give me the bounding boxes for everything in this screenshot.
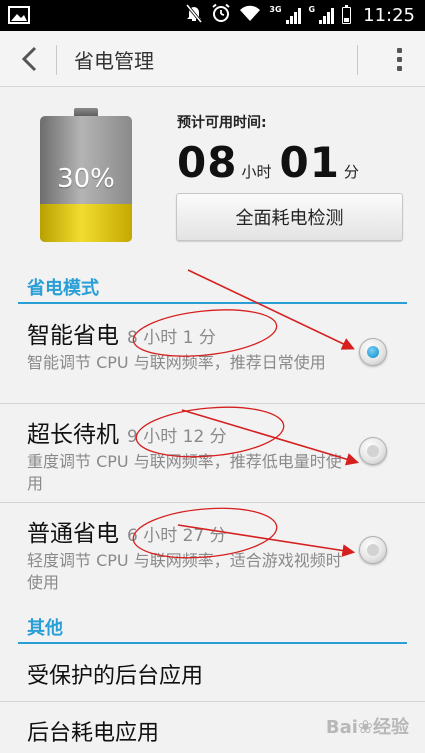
mode-time: 9 小时 12 分 bbox=[127, 427, 227, 447]
mode-row-long-standby[interactable]: 超长待机 9 小时 12 分 重度调节 CPU 与联网频率，推荐低电量时使用 bbox=[0, 405, 425, 503]
mode-row-normal[interactable]: 普通省电 6 小时 27 分 轻度调节 CPU 与联网频率，适合游戏视频时使用 bbox=[0, 504, 425, 602]
page-title: 省电管理 bbox=[74, 49, 154, 73]
network-type-g: G bbox=[308, 5, 316, 14]
other-section-header: 其他 bbox=[0, 608, 425, 644]
section-divider bbox=[18, 302, 407, 304]
list-item-label: 受保护的后台应用 bbox=[27, 664, 204, 689]
menu-dot-icon bbox=[396, 47, 402, 53]
signal-icon bbox=[285, 7, 301, 24]
signal-icon-2 bbox=[319, 7, 335, 24]
mode-time: 8 小时 1 分 bbox=[127, 328, 216, 348]
menu-dot-icon bbox=[396, 56, 402, 62]
battery-body: 30% bbox=[40, 116, 132, 242]
alarm-clock-icon bbox=[211, 3, 231, 28]
battery-fill bbox=[40, 204, 132, 242]
section-title: 省电模式 bbox=[27, 278, 99, 299]
protected-apps-item[interactable]: 受保护的后台应用 bbox=[0, 646, 425, 702]
full-power-check-button[interactable]: 全面耗电检测 bbox=[176, 193, 403, 241]
hours-unit: 小时 bbox=[241, 163, 272, 181]
mute-icon bbox=[185, 3, 203, 28]
power-mode-section-header: 省电模式 bbox=[0, 268, 425, 304]
mode-name: 智能省电 bbox=[27, 323, 119, 349]
estimate-time: 08 小时 01 分 bbox=[177, 138, 367, 187]
mode-row-smart[interactable]: 智能省电 8 小时 1 分 智能调节 CPU 与联网频率，推荐日常使用 bbox=[0, 306, 425, 404]
clock: 11:25 bbox=[363, 5, 415, 26]
network-type-3g: 3G bbox=[269, 5, 282, 14]
estimate-hours: 08 bbox=[177, 138, 238, 187]
watermark-logo: Bai❀经验 bbox=[325, 717, 409, 738]
battery-percent: 30% bbox=[57, 164, 115, 194]
back-button[interactable] bbox=[8, 39, 50, 79]
section-divider bbox=[18, 642, 407, 644]
minutes-unit: 分 bbox=[343, 163, 359, 181]
mode-time: 6 小时 27 分 bbox=[127, 526, 227, 546]
mode-description: 智能调节 CPU 与联网频率，推荐日常使用 bbox=[27, 353, 326, 372]
status-bar: 3G G 11:25 bbox=[0, 0, 425, 31]
mode-radio-normal[interactable] bbox=[359, 536, 387, 564]
divider bbox=[56, 45, 57, 75]
mode-name: 普通省电 bbox=[27, 521, 119, 547]
section-title: 其他 bbox=[27, 618, 63, 639]
mode-name: 超长待机 bbox=[27, 422, 119, 448]
back-arrow-icon bbox=[21, 46, 37, 72]
mode-radio-long-standby[interactable] bbox=[359, 437, 387, 465]
list-item-label: 后台耗电应用 bbox=[27, 721, 160, 746]
estimate-minutes: 01 bbox=[279, 138, 340, 187]
mode-description: 重度调节 CPU 与联网频率，推荐低电量时使用 bbox=[27, 452, 342, 493]
menu-dot-icon bbox=[396, 65, 402, 71]
estimate-label: 预计可用时间: bbox=[177, 115, 267, 131]
mode-radio-smart[interactable] bbox=[359, 338, 387, 366]
divider bbox=[357, 45, 358, 75]
battery-icon bbox=[342, 5, 352, 24]
action-bar: 省电管理 bbox=[0, 31, 425, 87]
mode-description: 轻度调节 CPU 与联网频率，适合游戏视频时使用 bbox=[27, 551, 342, 592]
battery-level-graphic: 30% bbox=[40, 108, 132, 242]
gallery-icon bbox=[8, 6, 30, 28]
overflow-menu-button[interactable] bbox=[387, 43, 411, 75]
wifi-icon bbox=[239, 4, 261, 27]
